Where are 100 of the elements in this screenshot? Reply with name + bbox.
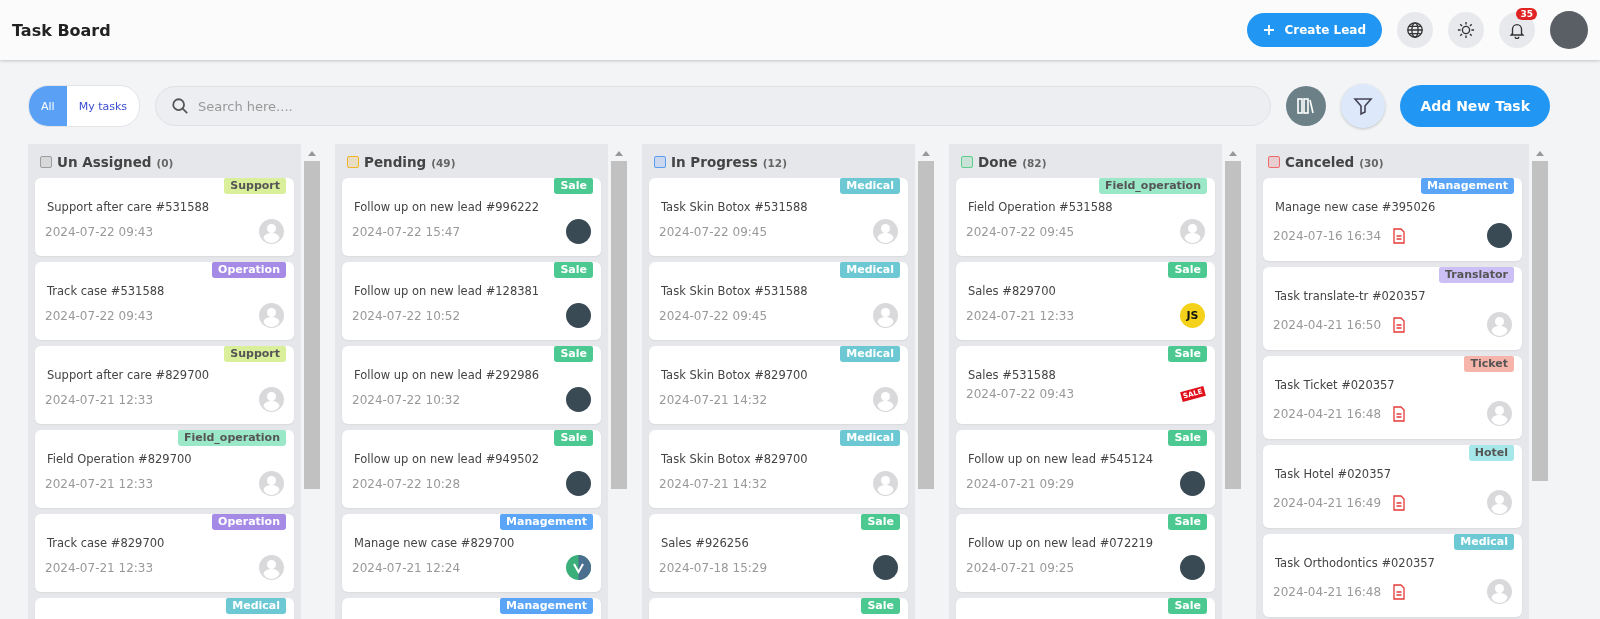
- task-card[interactable]: Sale Follow up on new lead #996222 2024-07-22 15:47: [342, 178, 601, 256]
- page-title: Task Board: [12, 20, 111, 40]
- user-placeholder-icon: [1180, 219, 1205, 244]
- scroll-up-arrow-icon[interactable]: [1229, 151, 1237, 156]
- task-card[interactable]: Management Manage new case #395026 2024-07-16 16:34: [1263, 178, 1522, 261]
- task-title: Task translate-tr #020357: [1274, 289, 1427, 303]
- task-date: 2024-07-16 16:34: [1273, 228, 1382, 243]
- task-card[interactable]: Sale Sales #829700 2024-07-21 12:33 JS: [956, 262, 1215, 340]
- scroll-up-arrow-icon[interactable]: [308, 151, 316, 156]
- category-tag: Ticket: [1464, 356, 1514, 372]
- scrollbar-thumb[interactable]: [1532, 161, 1548, 481]
- scroll-up-arrow-icon[interactable]: [1536, 151, 1544, 156]
- user-placeholder-icon: [873, 219, 898, 244]
- scrollbar-thumb[interactable]: [918, 161, 934, 489]
- user-avatar[interactable]: [1550, 11, 1588, 49]
- category-tag: Sale: [554, 430, 593, 446]
- scrollbar-thumb[interactable]: [611, 161, 627, 489]
- category-tag: Medical: [840, 262, 900, 278]
- task-title: Task Skin Botox #531588: [660, 200, 809, 214]
- column-count: (49): [431, 157, 456, 169]
- user-placeholder-icon: [1487, 579, 1512, 604]
- task-card[interactable]: Sale Follow up on new lead #128381 2024-07-22 10:52: [342, 262, 601, 340]
- category-tag: Operation: [212, 262, 286, 278]
- avatar-photo-placeholder: [873, 555, 898, 580]
- plus-icon: [1262, 24, 1275, 36]
- task-card[interactable]: Operation Track case #829700 2024-07-21 12:33: [35, 514, 294, 592]
- task-title: Follow up on new lead #072219: [967, 536, 1155, 550]
- task-title: Task Ticket #020357: [1274, 378, 1396, 392]
- task-card[interactable]: Medical Task Skin Botox #829700 2024-07-21 14:32: [649, 430, 908, 508]
- task-card[interactable]: Management Manage new case #829700 2024-07-21 12:24: [342, 514, 601, 592]
- search-icon: [171, 97, 190, 115]
- search-field[interactable]: Search here....: [155, 86, 1272, 126]
- scrollbar-thumb[interactable]: [304, 161, 320, 489]
- task-date: 2024-07-22 09:45: [659, 308, 768, 323]
- task-card[interactable]: Field_operation Field Operation #531588 2024-07-22 09:45: [956, 178, 1215, 256]
- task-date: 2024-07-21 12:33: [45, 560, 154, 575]
- v-logo-icon: [566, 555, 591, 580]
- avatar-photo-placeholder: [566, 471, 591, 496]
- task-title: Task Skin Botox #829700: [660, 368, 809, 382]
- task-card[interactable]: Field_operation Field Operation #829700 2024-07-21 12:33: [35, 430, 294, 508]
- category-tag: Medical: [1454, 534, 1514, 550]
- avatar-photo-placeholder: [566, 219, 591, 244]
- task-card[interactable]: Ticket Task Ticket #020357 2024-04-21 16:48: [1263, 356, 1522, 439]
- category-tag: Operation: [212, 514, 286, 530]
- task-title: Follow up on new lead #996222: [353, 200, 541, 214]
- task-date: 2024-07-22 10:32: [352, 392, 461, 407]
- globe-icon[interactable]: [1397, 12, 1433, 48]
- task-card[interactable]: Sale Follow up on new lead #545124 2024-07-21 09:29: [956, 430, 1215, 508]
- task-title: Follow up on new lead #128381: [353, 284, 541, 298]
- task-title: Follow up on new lead #545124: [967, 452, 1155, 466]
- category-tag: Sale: [554, 178, 593, 194]
- avatar-photo-placeholder: [566, 303, 591, 328]
- task-date: 2024-07-22 10:28: [352, 476, 461, 491]
- task-card[interactable]: Operation Track case #531588 2024-07-22 09:43: [35, 262, 294, 340]
- scrollbar-thumb[interactable]: [1225, 161, 1241, 489]
- task-date: 2024-07-21 09:25: [966, 560, 1075, 575]
- task-card[interactable]: Support Support after care #829700 2024-07-21 12:33: [35, 346, 294, 424]
- task-card[interactable]: Medical Task Skin Botox #531588 2024-07-22 09:45: [649, 262, 908, 340]
- logo-avatar: JS: [1180, 303, 1205, 328]
- task-title: Sales #926256: [660, 536, 750, 550]
- brightness-icon[interactable]: [1448, 12, 1484, 48]
- task-card[interactable]: Hotel Task Hotel #020357 2024-04-21 16:49: [1263, 445, 1522, 528]
- task-date: 2024-07-22 09:43: [966, 387, 1075, 401]
- task-date: 2024-07-22 10:52: [352, 308, 461, 323]
- scroll-up-arrow-icon[interactable]: [615, 151, 623, 156]
- task-card[interactable]: Sale Sales #926256 2024-07-18 15:29: [649, 514, 908, 592]
- category-tag: Support: [224, 346, 286, 362]
- task-card[interactable]: Sale Follow up on new lead #292986 2024-07-22 10:32: [342, 346, 601, 424]
- user-placeholder-icon: [873, 471, 898, 496]
- task-card[interactable]: Sale Follow up on new lead #949502 2024-07-22 10:28: [342, 430, 601, 508]
- task-card[interactable]: Medical Task Orthodontics #020357 2024-04-21 16:48: [1263, 534, 1522, 617]
- notification-bell-icon[interactable]: [1499, 12, 1535, 48]
- task-date: 2024-04-21 16:49: [1273, 495, 1382, 510]
- task-card[interactable]: Translator Task translate-tr #020357 2024-04-21 16:50: [1263, 267, 1522, 350]
- task-title: Task Skin Botox #531588: [660, 284, 809, 298]
- user-placeholder-icon: [259, 555, 284, 580]
- category-tag: Management: [500, 598, 593, 614]
- task-date: 2024-04-21 16:48: [1273, 406, 1382, 421]
- column-count: (0): [156, 157, 174, 169]
- category-tag: Sale: [1168, 262, 1207, 278]
- notification-count: 35: [1516, 8, 1537, 20]
- task-card[interactable]: Medical Task Skin Botox #829700 2024-07-21 14:32: [649, 346, 908, 424]
- category-tag: Sale: [1168, 514, 1207, 530]
- scroll-up-arrow-icon[interactable]: [922, 151, 930, 156]
- task-title: Support after care #829700: [46, 368, 211, 382]
- task-title: Follow up on new lead #292986: [353, 368, 541, 382]
- category-tag: Sale: [554, 262, 593, 278]
- task-date: 2024-07-21 12:33: [966, 308, 1075, 323]
- task-card[interactable]: Sale Follow up on new lead #072219 2024-07-21 09:25: [956, 514, 1215, 592]
- task-card[interactable]: Support Support after care #531588 2024-07-22 09:43: [35, 178, 294, 256]
- task-title: Sales #531588: [967, 368, 1057, 382]
- task-card[interactable]: Medical Task Skin Botox #531588 2024-07-22 09:45: [649, 178, 908, 256]
- filter-tab[interactable]: My tasks: [66, 86, 140, 126]
- task-title: Task Hotel #020357: [1274, 467, 1393, 481]
- filter-icon[interactable]: [1341, 84, 1386, 128]
- user-placeholder-icon: [259, 471, 284, 496]
- columns-view-icon[interactable]: [1286, 86, 1327, 126]
- category-tag: Medical: [840, 178, 900, 194]
- user-placeholder-icon: [259, 303, 284, 328]
- task-date: 2024-07-21 14:32: [659, 392, 768, 407]
